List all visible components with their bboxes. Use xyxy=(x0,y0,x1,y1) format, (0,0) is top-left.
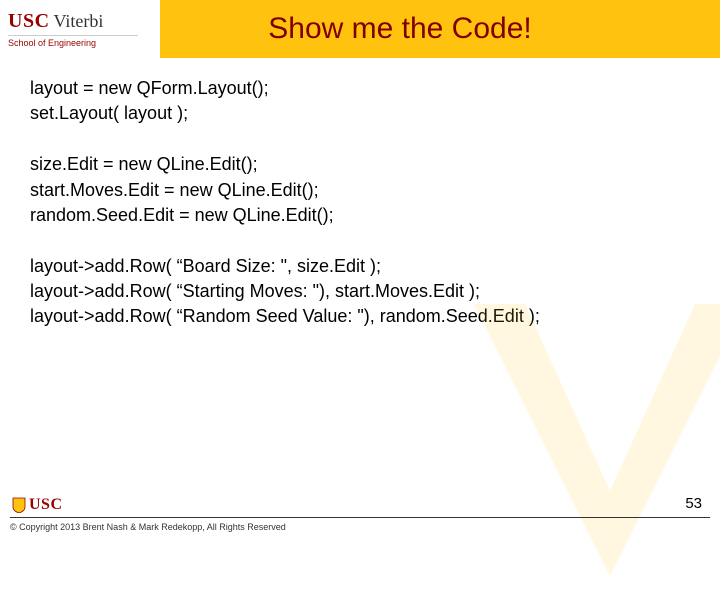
footer-usc-text: USC xyxy=(29,496,63,514)
code-line: start.Moves.Edit = new QLine.Edit(); xyxy=(30,178,690,203)
code-block-1: layout = new QForm.Layout(); set.Layout(… xyxy=(30,76,690,126)
code-block-3: layout->add.Row( “Board Size: ", size.Ed… xyxy=(30,254,690,330)
logo-top: USC Viterbi xyxy=(8,10,160,33)
code-line: layout = new QForm.Layout(); xyxy=(30,76,690,101)
code-line: random.Seed.Edit = new QLine.Edit(); xyxy=(30,203,690,228)
logo-subtitle: School of Engineering xyxy=(8,35,138,48)
footer-logo: USC xyxy=(12,496,63,514)
content-area: layout = new QForm.Layout(); set.Layout(… xyxy=(0,58,720,330)
copyright-text: © Copyright 2013 Brent Nash & Mark Redek… xyxy=(10,522,286,532)
page-number: 53 xyxy=(685,495,702,512)
code-line: layout->add.Row( “Starting Moves: "), st… xyxy=(30,279,690,304)
logo-viterbi-text: Viterbi xyxy=(54,11,104,32)
header-bar: USC Viterbi School of Engineering Show m… xyxy=(0,0,720,58)
code-line: size.Edit = new QLine.Edit(); xyxy=(30,152,690,177)
code-line: set.Layout( layout ); xyxy=(30,101,690,126)
logo-usc-text: USC xyxy=(8,10,50,33)
code-block-2: size.Edit = new QLine.Edit(); start.Move… xyxy=(30,152,690,228)
footer-divider xyxy=(10,517,710,518)
footer: USC © Copyright 2013 Brent Nash & Mark R… xyxy=(0,482,720,540)
shield-icon xyxy=(12,497,26,513)
code-line: layout->add.Row( “Board Size: ", size.Ed… xyxy=(30,254,690,279)
logo-block: USC Viterbi School of Engineering xyxy=(0,0,160,58)
slide-title: Show me the Code! xyxy=(160,12,720,46)
code-line: layout->add.Row( “Random Seed Value: "),… xyxy=(30,304,690,329)
